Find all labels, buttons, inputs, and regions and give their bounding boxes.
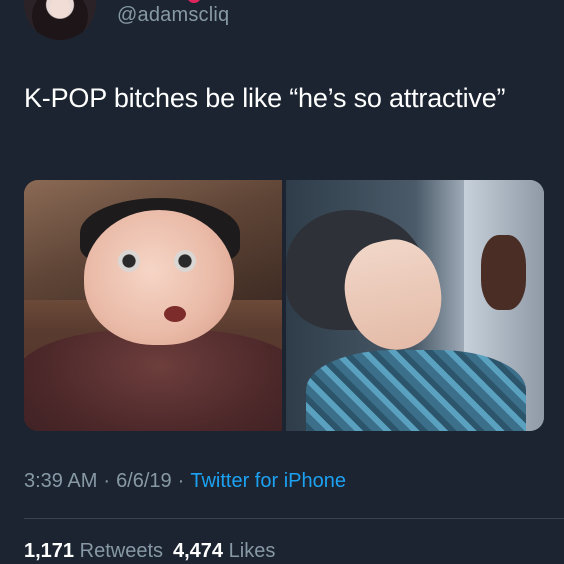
user-handle[interactable]: @adamscliq: [117, 4, 229, 27]
tweet-date[interactable]: 6/6/19: [116, 470, 172, 492]
image-mouth: [164, 306, 186, 322]
image-cushion: [24, 330, 282, 431]
media-image-left[interactable]: [24, 180, 282, 431]
tweet-time[interactable]: 3:39 AM: [24, 470, 97, 492]
image-hand: [481, 235, 526, 310]
retweets-label: Retweets: [79, 540, 163, 562]
image-eye-right: [174, 250, 196, 272]
likes-count: 4,474: [173, 540, 224, 562]
tweet-source-link[interactable]: Twitter for iPhone: [190, 470, 346, 492]
tweet-stats: 1,171 Retweets 4,474 Likes: [24, 540, 275, 563]
tweet-media[interactable]: [24, 180, 544, 431]
divider: [24, 518, 564, 519]
image-eye-left: [118, 250, 140, 272]
tweet-text: K-POP bitches be like “he’s so attractiv…: [24, 83, 506, 113]
likes-label: Likes: [228, 540, 276, 562]
retweets-stat[interactable]: 1,171 Retweets: [24, 540, 163, 562]
media-image-right[interactable]: [286, 180, 544, 431]
meta-separator: ·: [103, 470, 111, 492]
image-face: [84, 210, 234, 345]
image-shirt: [306, 350, 526, 431]
heart-icon: [187, 0, 201, 3]
tweet-card: @adamscliq K-POP bitches be like “he’s s…: [0, 0, 564, 564]
meta-separator: ·: [177, 470, 185, 492]
likes-stat[interactable]: 4,474 Likes: [173, 540, 275, 562]
retweets-count: 1,171: [24, 540, 75, 562]
tweet-meta: 3:39 AM · 6/6/19 · Twitter for iPhone: [24, 470, 346, 493]
avatar[interactable]: [24, 0, 96, 40]
